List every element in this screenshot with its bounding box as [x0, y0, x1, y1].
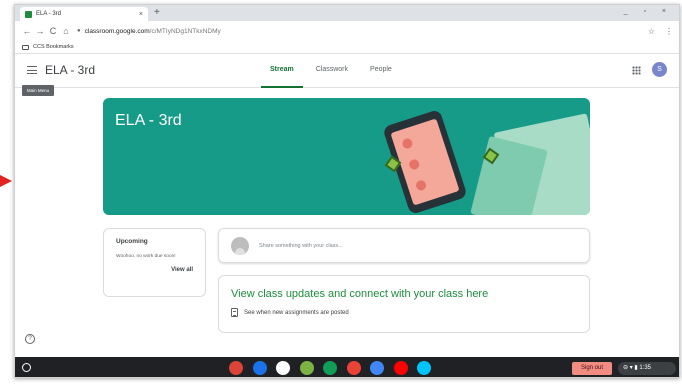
phone-avatar-dot [407, 158, 421, 171]
share-box[interactable]: Share something with your class... [218, 228, 590, 263]
bookmark-star-icon[interactable]: ☆ [648, 27, 655, 36]
browser-tab[interactable]: ELA - 3rd × [20, 7, 148, 21]
account-avatar[interactable]: S [652, 62, 667, 77]
home-icon[interactable]: ⌂ [60, 26, 72, 36]
forward-icon[interactable]: → [34, 26, 46, 36]
view-all-link[interactable]: View all [116, 267, 193, 273]
classroom-header: ELA - 3rd Stream Classwork People S [15, 54, 679, 88]
google-apps-icon[interactable] [632, 66, 641, 75]
gmail-icon[interactable] [346, 361, 361, 375]
chromebook-screen: ELA - 3rd × + _ ▫ × ← → C ⌂ ● classroom.… [14, 4, 680, 378]
files-icon[interactable] [252, 361, 267, 375]
browser-toolbar: ← → C ⌂ ● classroom.google.com /c/MTIyND… [15, 21, 679, 41]
bookmark-folder-ccs[interactable]: CCS Bookmarks [33, 44, 74, 50]
youtube-icon[interactable] [393, 361, 408, 375]
url-host: classroom.google.com [84, 27, 150, 35]
docs-icon[interactable] [370, 361, 384, 375]
phone-avatar-dot [414, 179, 428, 192]
back-icon[interactable]: ← [21, 26, 33, 36]
address-bar[interactable]: ● classroom.google.com /c/MTIyNDg1NTkxND… [77, 24, 638, 38]
classroom-favicon-icon [25, 10, 32, 18]
browser-tab-title: ELA - 3rd [36, 11, 62, 17]
class-banner: ELA - 3rd [103, 98, 590, 215]
updates-title: View class updates and connect with your… [231, 288, 489, 300]
tab-stream[interactable]: Stream [261, 66, 303, 88]
help-icon[interactable]: ? [25, 334, 35, 344]
share-placeholder: Share something with your class... [259, 242, 343, 249]
class-title[interactable]: ELA - 3rd [45, 63, 95, 77]
bookmarks-bar: CCS Bookmarks [15, 41, 679, 54]
tab-classwork[interactable]: Classwork [316, 66, 348, 88]
pointer-arrow-icon [0, 175, 12, 187]
new-tab-button[interactable]: + [154, 7, 160, 19]
url-path: /c/MTIyNDg1NTkxNDMy [149, 27, 221, 35]
main-menu-icon[interactable] [27, 66, 37, 74]
screenshot-frame: ELA - 3rd × + _ ▫ × ← → C ⌂ ● classroom.… [0, 0, 682, 384]
browser-menu-icon[interactable]: ⋮ [665, 27, 673, 36]
main-menu-tooltip: Main Menu [22, 85, 54, 96]
plant-icon[interactable] [299, 361, 314, 375]
reload-icon[interactable]: C [47, 26, 59, 36]
updates-line: See when new assignments are posted [231, 308, 577, 317]
user-avatar-icon [231, 236, 249, 255]
banner-title: ELA - 3rd [115, 112, 182, 129]
shelf-apps [229, 361, 441, 375]
folder-icon [22, 44, 29, 50]
sign-out-button[interactable]: Sign out [572, 362, 612, 375]
play-store-icon[interactable] [417, 361, 431, 375]
tab-people[interactable]: People [370, 66, 392, 88]
tab-close-icon[interactable]: × [139, 11, 143, 18]
chromeos-shelf: Sign out ⊖ ▾ ▮ 1:35 [15, 357, 679, 377]
assignment-icon [231, 308, 238, 317]
status-tray[interactable]: ⊖ ▾ ▮ 1:35 [618, 362, 676, 375]
window-controls[interactable]: _ ▫ × [624, 8, 673, 15]
launcher-icon[interactable] [22, 363, 31, 372]
updates-card: View class updates and connect with your… [218, 275, 590, 333]
upcoming-body: Woohoo, no work due soon! [116, 254, 176, 259]
upcoming-card: Upcoming Woohoo, no work due soon! View … [103, 228, 206, 297]
chrome-icon[interactable] [229, 361, 243, 375]
browser-tab-strip: ELA - 3rd × + _ ▫ × [15, 5, 679, 21]
class-tabs: Stream Classwork People [261, 66, 414, 88]
lock-icon: ● [77, 28, 81, 34]
updates-line-text: See when new assignments are posted [244, 309, 349, 316]
phone-avatar-dot [401, 137, 414, 150]
upcoming-title: Upcoming [116, 238, 148, 245]
sheets-icon[interactable] [323, 361, 337, 375]
camera-icon[interactable] [276, 361, 290, 375]
